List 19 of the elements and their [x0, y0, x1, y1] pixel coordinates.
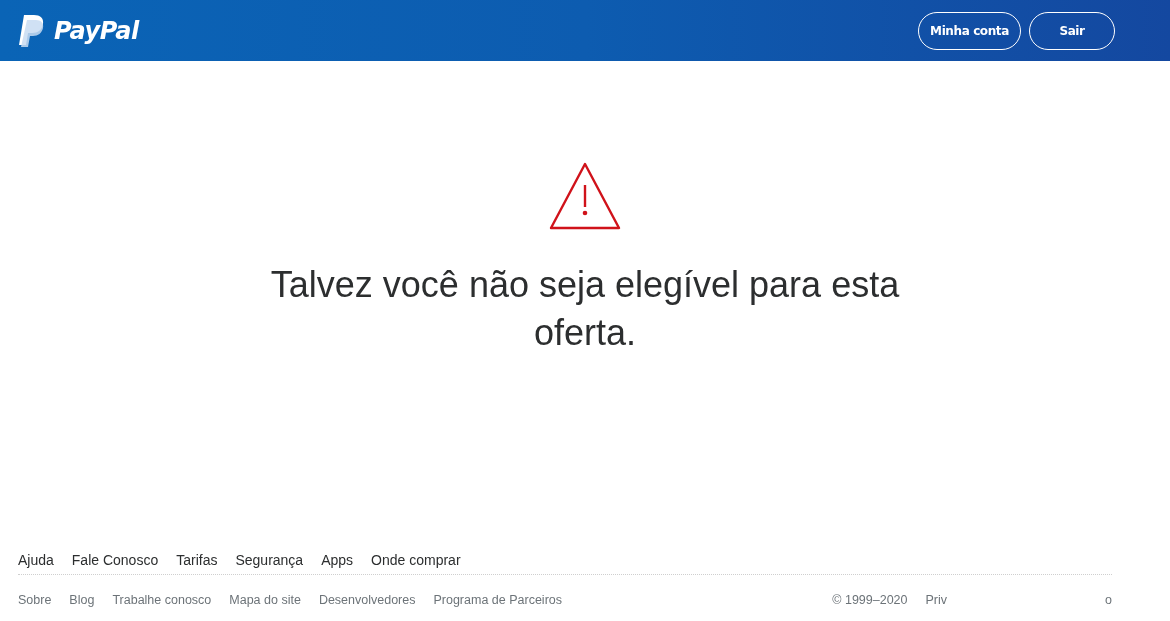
- footer-link[interactable]: Mapa do site: [229, 593, 301, 607]
- footer-link[interactable]: Programa de Parceiros: [433, 593, 562, 607]
- legal-link[interactable]: o: [1105, 593, 1112, 607]
- warning-icon: [549, 161, 621, 231]
- footer-link[interactable]: Ajuda: [18, 552, 54, 568]
- footer-link[interactable]: Apps: [321, 552, 354, 568]
- footer-link[interactable]: Blog: [69, 593, 95, 607]
- footer-link[interactable]: Sobre: [18, 593, 52, 607]
- logo-text[interactable]: PayPal: [54, 16, 139, 45]
- legal-link[interactable]: Priv: [925, 593, 948, 607]
- footer-link[interactable]: Onde comprar: [371, 552, 461, 568]
- error-message: Talvez você não seja elegível para esta oferta.: [269, 263, 901, 355]
- copyright-text: © 1999–2020: [832, 593, 908, 607]
- footer-link[interactable]: Trabalhe conosco: [112, 593, 212, 607]
- footer-link[interactable]: Fale Conosco: [71, 552, 159, 568]
- footer-link[interactable]: Tarifas: [176, 552, 218, 568]
- logo-icon: [18, 13, 46, 48]
- footer-link[interactable]: Segurança: [235, 552, 304, 568]
- footer-link[interactable]: Desenvolvedores: [318, 593, 416, 607]
